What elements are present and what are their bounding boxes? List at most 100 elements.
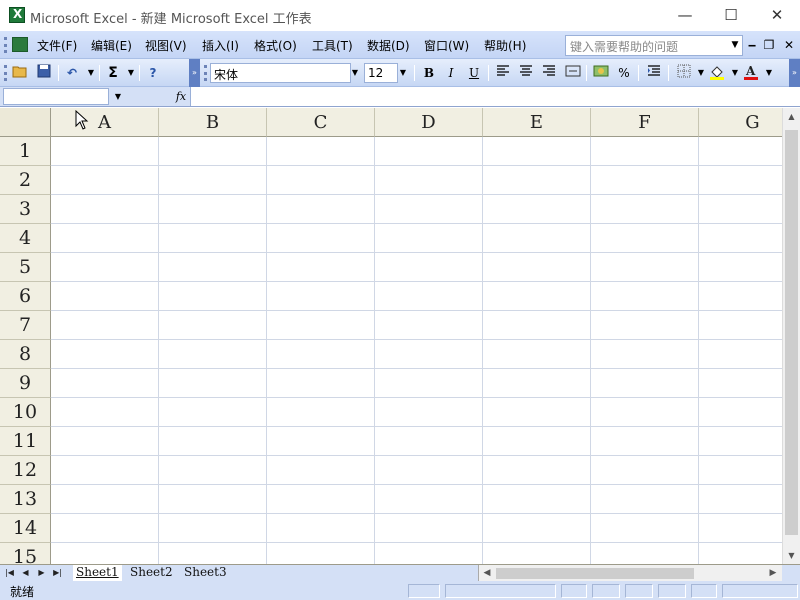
excel-window: Microsoft Excel - 新建 Microsoft Excel 工作表…	[0, 0, 800, 600]
status-panel	[658, 584, 686, 598]
row-header[interactable]: 2	[0, 166, 51, 195]
align-right-icon[interactable]	[540, 64, 558, 82]
row-header[interactable]: 14	[0, 514, 51, 543]
undo-icon[interactable]: ↶	[63, 64, 81, 82]
menu-format[interactable]: 格式(O)	[254, 37, 297, 54]
help-question-input[interactable]: 键入需要帮助的问题	[565, 35, 743, 56]
font-size-dropdown-icon[interactable]: ▼	[397, 64, 409, 82]
workbook-icon[interactable]	[12, 37, 28, 52]
next-sheet-icon[interactable]: ▶	[36, 565, 47, 581]
sheet-tab-2[interactable]: Sheet2	[127, 565, 176, 581]
row-header[interactable]: 9	[0, 369, 51, 398]
doc-minimize-button[interactable]: ‒	[744, 37, 760, 53]
column-header[interactable]: F	[591, 108, 699, 137]
font-size-field[interactable]: 12	[364, 63, 398, 83]
open-icon[interactable]	[11, 64, 29, 82]
column-header[interactable]: C	[267, 108, 375, 137]
row-header[interactable]: 12	[0, 456, 51, 485]
minimize-button[interactable]: —	[662, 0, 708, 31]
autosum-dropdown-icon[interactable]: ▼	[122, 64, 140, 82]
row-header[interactable]: 11	[0, 427, 51, 456]
fill-color-icon[interactable]	[708, 64, 726, 82]
font-color-dropdown-icon[interactable]: ▼	[760, 64, 778, 82]
scroll-down-icon[interactable]: ▼	[783, 547, 800, 564]
save-icon[interactable]	[35, 64, 53, 82]
align-left-icon[interactable]	[494, 64, 512, 82]
menu-view[interactable]: 视图(V)	[145, 37, 187, 54]
column-header[interactable]: E	[483, 108, 591, 137]
format-toolbar-grip[interactable]	[204, 65, 207, 81]
row-header[interactable]: 5	[0, 253, 51, 282]
menu-data[interactable]: 数据(D)	[367, 37, 410, 54]
undo-dropdown-icon[interactable]: ▼	[82, 64, 100, 82]
scroll-up-icon[interactable]: ▲	[783, 108, 800, 125]
row-header[interactable]: 1	[0, 137, 51, 166]
status-panel	[722, 584, 798, 598]
row-header[interactable]: 10	[0, 398, 51, 427]
font-name-field[interactable]: 宋体	[210, 63, 351, 83]
doc-close-button[interactable]: ✕	[781, 37, 797, 53]
last-sheet-icon[interactable]: ▶|	[52, 565, 63, 581]
italic-button[interactable]: I	[442, 64, 460, 82]
name-box-dropdown-icon[interactable]: ▼	[110, 88, 126, 105]
toolbar-separator	[99, 65, 100, 81]
currency-icon[interactable]	[592, 64, 610, 82]
row-header[interactable]: 15	[0, 543, 51, 564]
menu-edit[interactable]: 编辑(E)	[91, 37, 132, 54]
row-header[interactable]: 4	[0, 224, 51, 253]
row-header[interactable]: 6	[0, 282, 51, 311]
menu-insert[interactable]: 插入(I)	[202, 37, 239, 54]
borders-icon[interactable]	[675, 64, 693, 82]
row-header[interactable]: 13	[0, 485, 51, 514]
name-box[interactable]	[3, 88, 109, 105]
scroll-right-icon[interactable]: ▶	[765, 565, 781, 581]
help-dropdown-button[interactable]: ▼	[728, 36, 742, 55]
close-button[interactable]: ✕	[754, 0, 800, 31]
scroll-left-icon[interactable]: ◀	[479, 565, 495, 581]
menubar-grip[interactable]	[4, 37, 7, 53]
row-header[interactable]: 3	[0, 195, 51, 224]
font-color-icon[interactable]: A	[742, 64, 760, 82]
insert-function-button[interactable]: fx	[174, 88, 188, 105]
increase-indent-icon[interactable]	[645, 64, 663, 82]
menu-file[interactable]: 文件(F)	[37, 37, 77, 54]
column-header[interactable]: A	[51, 108, 159, 137]
select-all-corner[interactable]	[0, 108, 51, 137]
status-panel	[408, 584, 440, 598]
previous-sheet-icon[interactable]: ◀	[20, 565, 31, 581]
doc-restore-button[interactable]: ❐	[761, 37, 777, 53]
underline-button[interactable]: U	[465, 64, 483, 82]
column-header[interactable]: B	[159, 108, 267, 137]
toolbar-grip[interactable]	[4, 65, 7, 81]
toolbar-separator	[586, 65, 587, 81]
horizontal-scroll-thumb[interactable]	[496, 568, 694, 579]
vertical-scrollbar[interactable]: ▲ ▼	[782, 108, 800, 564]
sheet-tab-3[interactable]: Sheet3	[181, 565, 230, 581]
column-header[interactable]: D	[375, 108, 483, 137]
window-title: Microsoft Excel - 新建 Microsoft Excel 工作表	[30, 12, 312, 27]
format-toolbar-chevron-icon[interactable]: »	[789, 59, 800, 87]
sheet-tab-1[interactable]: Sheet1	[73, 565, 122, 581]
merge-center-icon[interactable]	[564, 64, 582, 82]
first-sheet-icon[interactable]: |◀	[4, 565, 15, 581]
horizontal-scrollbar[interactable]: ◀ ▶	[478, 565, 782, 581]
bold-button[interactable]: B	[420, 64, 438, 82]
cell-area[interactable]	[51, 137, 782, 564]
row-header[interactable]: 7	[0, 311, 51, 340]
help-icon[interactable]: ?	[144, 64, 162, 82]
menu-help[interactable]: 帮助(H)	[484, 37, 526, 54]
vertical-scroll-thumb[interactable]	[785, 130, 798, 535]
align-center-icon[interactable]	[517, 64, 535, 82]
font-name-dropdown-icon[interactable]: ▼	[349, 64, 361, 82]
menu-tools[interactable]: 工具(T)	[312, 37, 353, 54]
percent-button[interactable]: %	[615, 64, 633, 82]
maximize-button[interactable]: ☐	[708, 0, 754, 31]
row-header[interactable]: 8	[0, 340, 51, 369]
status-text: 就绪	[10, 585, 35, 599]
autosum-icon[interactable]: Σ	[104, 64, 122, 82]
menu-window[interactable]: 窗口(W)	[424, 37, 469, 54]
formula-input[interactable]	[190, 87, 800, 106]
column-header[interactable]: G	[699, 108, 782, 137]
excel-app-icon[interactable]	[9, 7, 25, 23]
toolbar-options-chevron-icon[interactable]: »	[189, 59, 200, 87]
